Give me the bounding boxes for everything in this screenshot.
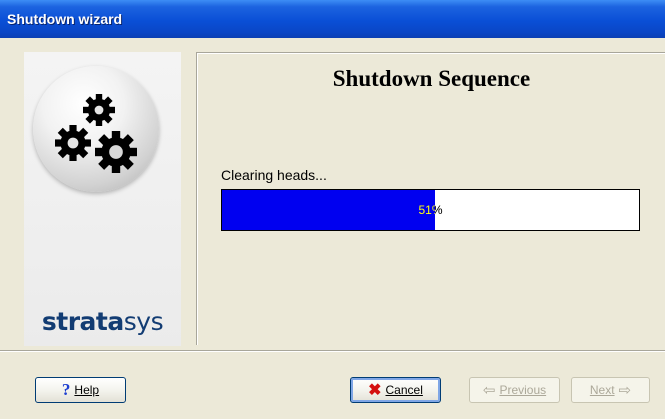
status-text: Clearing heads...	[221, 167, 327, 183]
content-panel: Shutdown Sequence Clearing heads... 51%	[196, 52, 665, 345]
help-question-icon: ?	[61, 380, 71, 399]
stratasys-logo: stratasys	[41, 307, 164, 336]
branding-panel: stratasys	[24, 52, 181, 346]
page-title: Shutdown Sequence	[332, 66, 531, 91]
progress-bar: 51%	[221, 189, 640, 231]
cancel-button[interactable]: ✖ Cancel	[350, 377, 441, 403]
back-arrow-icon: ⇦	[482, 382, 496, 399]
window-title: Shutdown wizard	[7, 11, 123, 27]
previous-button[interactable]: ⇦ Previous	[469, 377, 560, 403]
gears-icon	[33, 66, 159, 192]
forward-arrow-icon: ⇨	[618, 382, 632, 399]
progress-percent: 51%	[418, 203, 443, 217]
cancel-x-icon: ✖	[368, 382, 382, 399]
footer-separator	[0, 350, 665, 352]
wizard-body: stratasys Shutdown Sequence Clearing hea…	[0, 38, 665, 419]
help-button[interactable]: ? Help	[35, 377, 126, 403]
next-button[interactable]: Next ⇨	[571, 377, 650, 403]
window-titlebar[interactable]: Shutdown wizard	[0, 0, 665, 38]
